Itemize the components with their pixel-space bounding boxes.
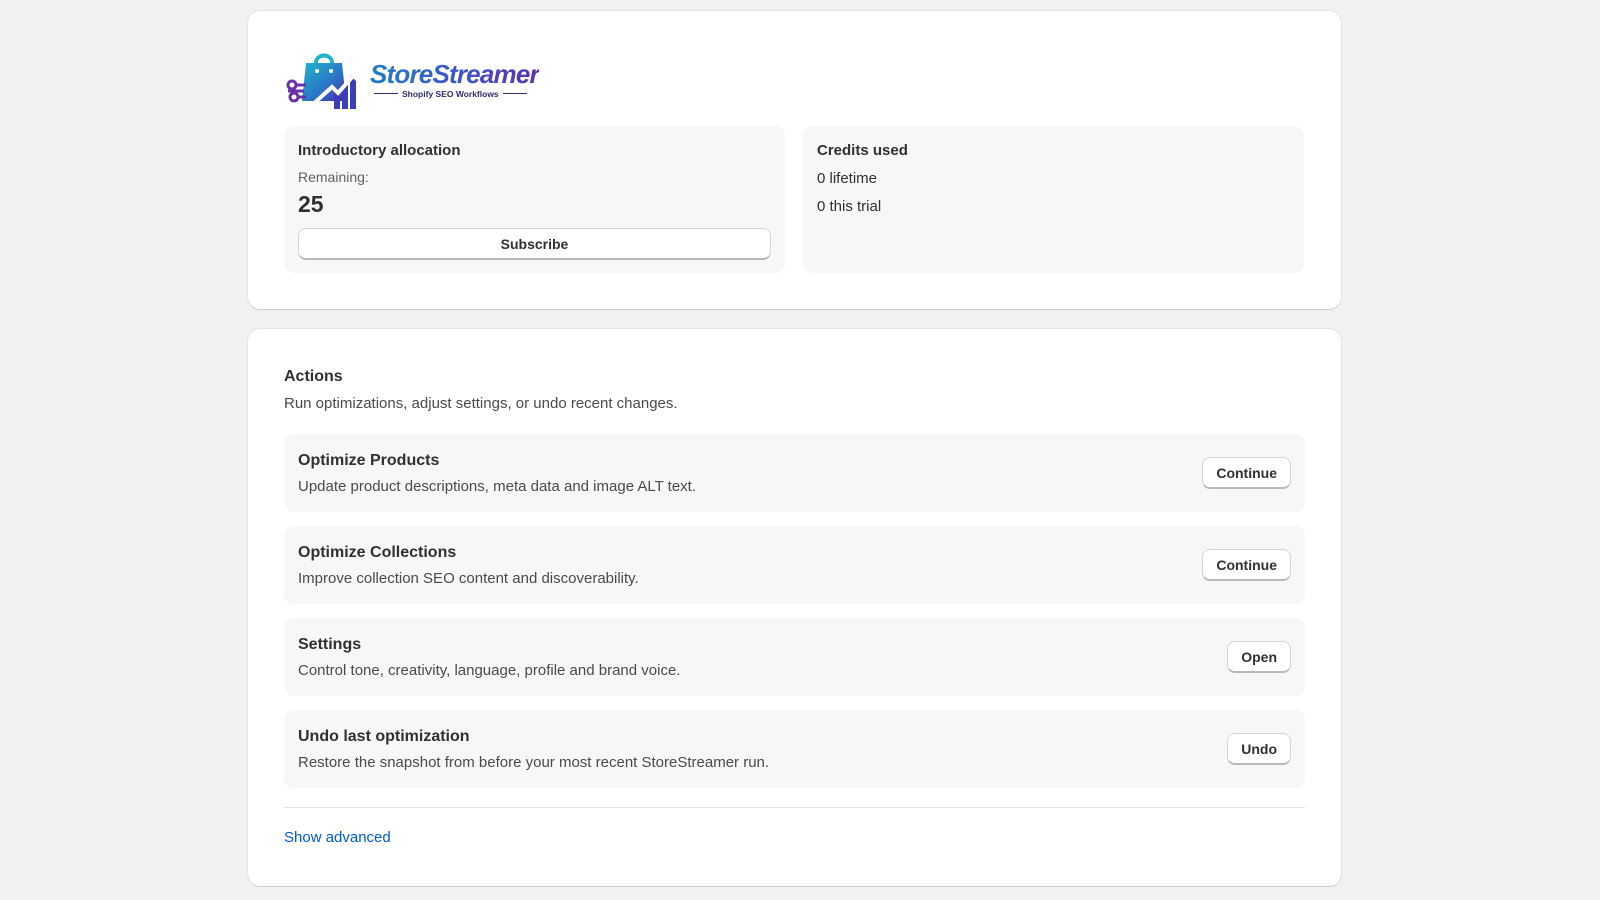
action-description: Improve collection SEO content and disco… bbox=[298, 570, 639, 587]
storestreamer-logo: StoreStreamer Shopify SEO Workflows bbox=[284, 47, 534, 111]
actions-card: Actions Run optimizations, adjust settin… bbox=[248, 329, 1341, 886]
subscribe-button[interactable]: Subscribe bbox=[298, 228, 771, 260]
shopping-bag-chart-icon bbox=[286, 53, 358, 109]
show-advanced-link[interactable]: Show advanced bbox=[284, 829, 391, 847]
settings-open-button[interactable]: Open bbox=[1227, 641, 1291, 673]
action-optimize-products: Optimize Products Update product descrip… bbox=[284, 434, 1305, 512]
action-title: Undo last optimization bbox=[298, 728, 470, 745]
credits-title: Credits used bbox=[817, 142, 908, 159]
action-settings: Settings Control tone, creativity, langu… bbox=[284, 618, 1305, 696]
action-description: Restore the snapshot from before your mo… bbox=[298, 754, 770, 771]
credits-trial: 0 this trial bbox=[817, 198, 882, 215]
action-title: Optimize Collections bbox=[298, 544, 457, 561]
introductory-allocation-panel: Introductory allocation Remaining: 25 Su… bbox=[284, 126, 785, 273]
action-undo-last-optimization: Undo last optimization Restore the snaps… bbox=[284, 710, 1305, 788]
optimize-collections-continue-button[interactable]: Continue bbox=[1202, 549, 1291, 581]
optimize-products-continue-button[interactable]: Continue bbox=[1202, 457, 1291, 489]
divider bbox=[284, 807, 1305, 808]
credits-lifetime: 0 lifetime bbox=[817, 170, 878, 187]
action-title: Optimize Products bbox=[298, 452, 440, 469]
actions-title: Actions bbox=[284, 368, 343, 385]
brand-wordmark: StoreStreamer bbox=[370, 58, 539, 89]
action-title: Settings bbox=[298, 636, 362, 653]
action-description: Update product descriptions, meta data a… bbox=[298, 478, 697, 495]
action-description: Control tone, creativity, language, prof… bbox=[298, 662, 681, 679]
credits-used-panel: Credits used 0 lifetime 0 this trial bbox=[803, 126, 1304, 273]
overview-card: StoreStreamer Shopify SEO Workflows Intr… bbox=[248, 11, 1341, 309]
allocation-title: Introductory allocation bbox=[298, 142, 461, 159]
remaining-value: 25 bbox=[298, 191, 324, 217]
remaining-label: Remaining: bbox=[298, 169, 369, 185]
actions-description: Run optimizations, adjust settings, or u… bbox=[284, 395, 678, 412]
undo-button[interactable]: Undo bbox=[1227, 733, 1291, 765]
actions-header: Actions Run optimizations, adjust settin… bbox=[284, 367, 678, 413]
action-optimize-collections: Optimize Collections Improve collection … bbox=[284, 526, 1305, 604]
brand-tagline: Shopify SEO Workflows bbox=[370, 89, 539, 99]
